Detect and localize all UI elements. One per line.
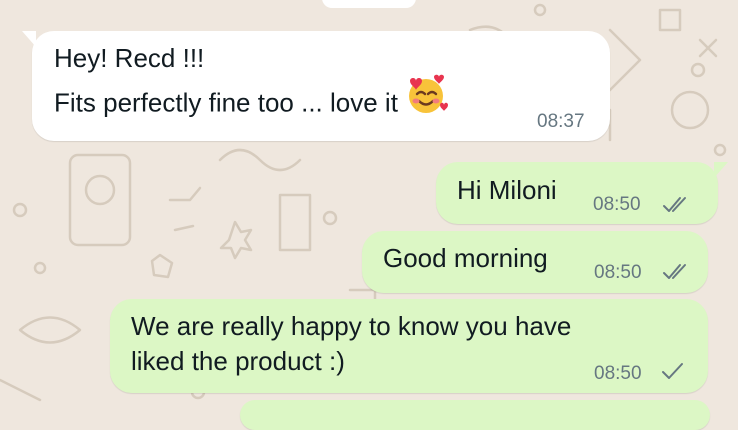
- message-text: Hi Miloni: [457, 175, 557, 205]
- single-check-sent-icon: [662, 363, 683, 379]
- double-check-read-icon: [663, 264, 686, 279]
- message-timestamp: 08:50: [593, 194, 641, 215]
- message-text-line: Fits perfectly fine too ... love it: [54, 74, 448, 129]
- smiling-face-with-hearts-icon: [404, 72, 448, 129]
- outgoing-message-bubble[interactable]: We are really happy to know you have lik…: [110, 299, 708, 393]
- previous-bubble-edge: [322, 0, 416, 8]
- incoming-message-bubble[interactable]: Hey! Recd !!! Fits perfectly fine too ..…: [22, 31, 610, 141]
- message-text-line: Hey! Recd !!!: [54, 43, 205, 73]
- message-timestamp: 08:37: [537, 111, 585, 132]
- double-check-read-icon: [663, 197, 686, 212]
- message-text-line: Fits perfectly fine too ... love it: [54, 87, 398, 118]
- outgoing-message-bubble[interactable]: Good morning 08:50: [362, 231, 708, 293]
- message-timestamp: 08:50: [594, 363, 642, 384]
- message-text: Good morning: [383, 243, 548, 273]
- bubble-tail: [22, 31, 36, 47]
- message-timestamp: 08:50: [594, 262, 642, 283]
- outgoing-message-bubble[interactable]: Hi Miloni 08:50: [436, 162, 728, 224]
- bubble-tail: [714, 162, 728, 178]
- message-text-line: liked the product :): [131, 346, 345, 376]
- next-message-bubble-edge: [240, 400, 710, 430]
